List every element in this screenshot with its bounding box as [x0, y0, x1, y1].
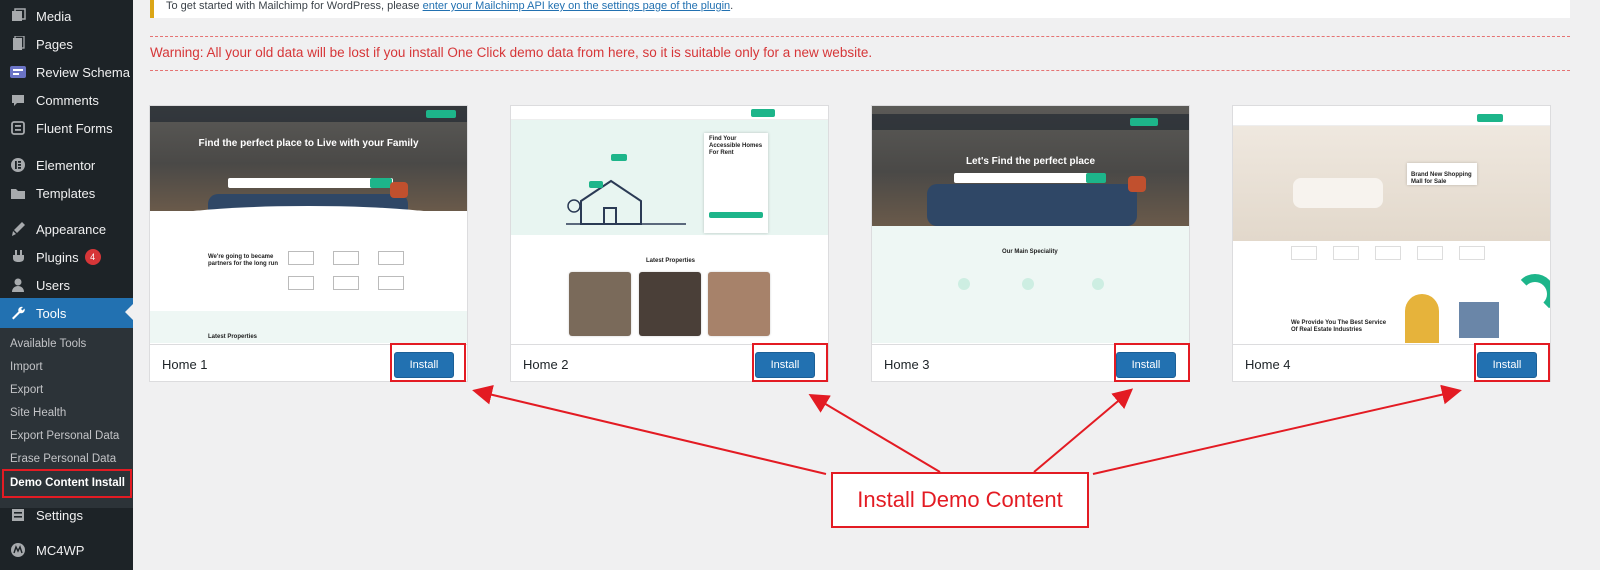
arrow-to-home-3	[1033, 388, 1134, 473]
arrow-to-home-4	[1092, 384, 1462, 475]
arrow-to-home-1	[472, 384, 827, 475]
annotation-arrows	[472, 384, 1462, 475]
install-demo-content-callout: Install Demo Content	[831, 472, 1089, 528]
arrow-to-home-2	[808, 393, 941, 473]
